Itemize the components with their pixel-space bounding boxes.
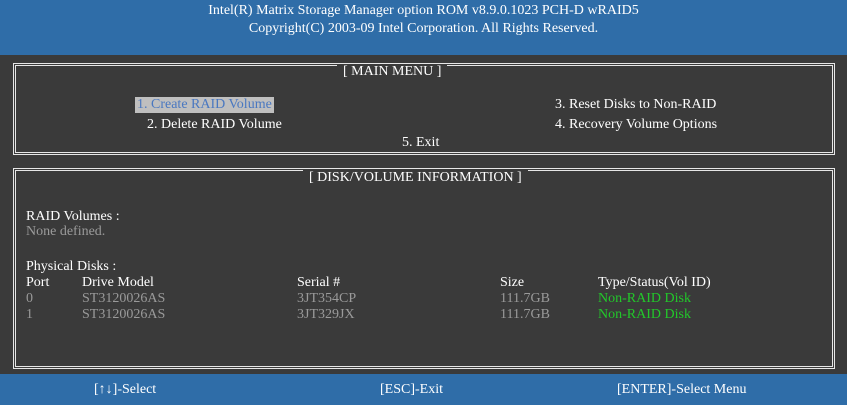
disk-row-0-size: 111.7GB [500, 291, 550, 306]
disk-row-1-model: ST3120026AS [82, 307, 166, 322]
disk-row-0-status: Non-RAID Disk [598, 291, 691, 306]
column-header-serial: Serial # [297, 275, 341, 290]
main-menu-title: [ MAIN MENU ] [337, 64, 448, 80]
disk-info-panel [13, 168, 835, 369]
header-copyright: Copyright(C) 2003-09 Intel Corporation. … [248, 21, 599, 36]
menu-item-create-raid-volume[interactable]: 1. Create RAID Volume [135, 97, 274, 113]
menu-item-reset-disks[interactable]: 3. Reset Disks to Non-RAID [555, 97, 716, 113]
disk-row-1-size: 111.7GB [500, 307, 550, 322]
column-header-drive-model: Drive Model [82, 275, 154, 290]
header-bar: Intel(R) Matrix Storage Manager option R… [0, 0, 847, 55]
disk-row-1-port: 1 [26, 307, 33, 322]
column-header-port: Port [26, 275, 50, 290]
footer-exit-hint: [ESC]-Exit [380, 382, 443, 397]
menu-item-delete-raid-volume[interactable]: 2. Delete RAID Volume [147, 117, 282, 133]
disk-info-title: [ DISK/VOLUME INFORMATION ] [303, 170, 528, 186]
column-header-type-status: Type/Status(Vol ID) [598, 275, 711, 290]
disk-row-0-serial: 3JT354CP [297, 291, 357, 306]
header-title: Intel(R) Matrix Storage Manager option R… [208, 3, 639, 18]
footer-enter-hint: [ENTER]-Select Menu [617, 382, 747, 397]
physical-disks-label: Physical Disks : [26, 259, 117, 274]
raid-volumes-label: RAID Volumes : [26, 209, 120, 224]
column-header-size: Size [500, 275, 525, 290]
disk-row-0-port: 0 [26, 291, 33, 306]
footer-select-hint: [↑↓]-Select [94, 382, 157, 397]
raid-volumes-value: None defined. [26, 224, 106, 239]
disk-row-1-status: Non-RAID Disk [598, 307, 691, 322]
disk-row-0-model: ST3120026AS [82, 291, 166, 306]
footer-bar: [↑↓]-Select [ESC]-Exit [ENTER]-Select Me… [0, 374, 847, 405]
disk-row-1-serial: 3JT329JX [297, 307, 355, 322]
menu-item-recovery-volume-options[interactable]: 4. Recovery Volume Options [555, 117, 717, 133]
menu-item-exit[interactable]: 5. Exit [402, 135, 439, 151]
